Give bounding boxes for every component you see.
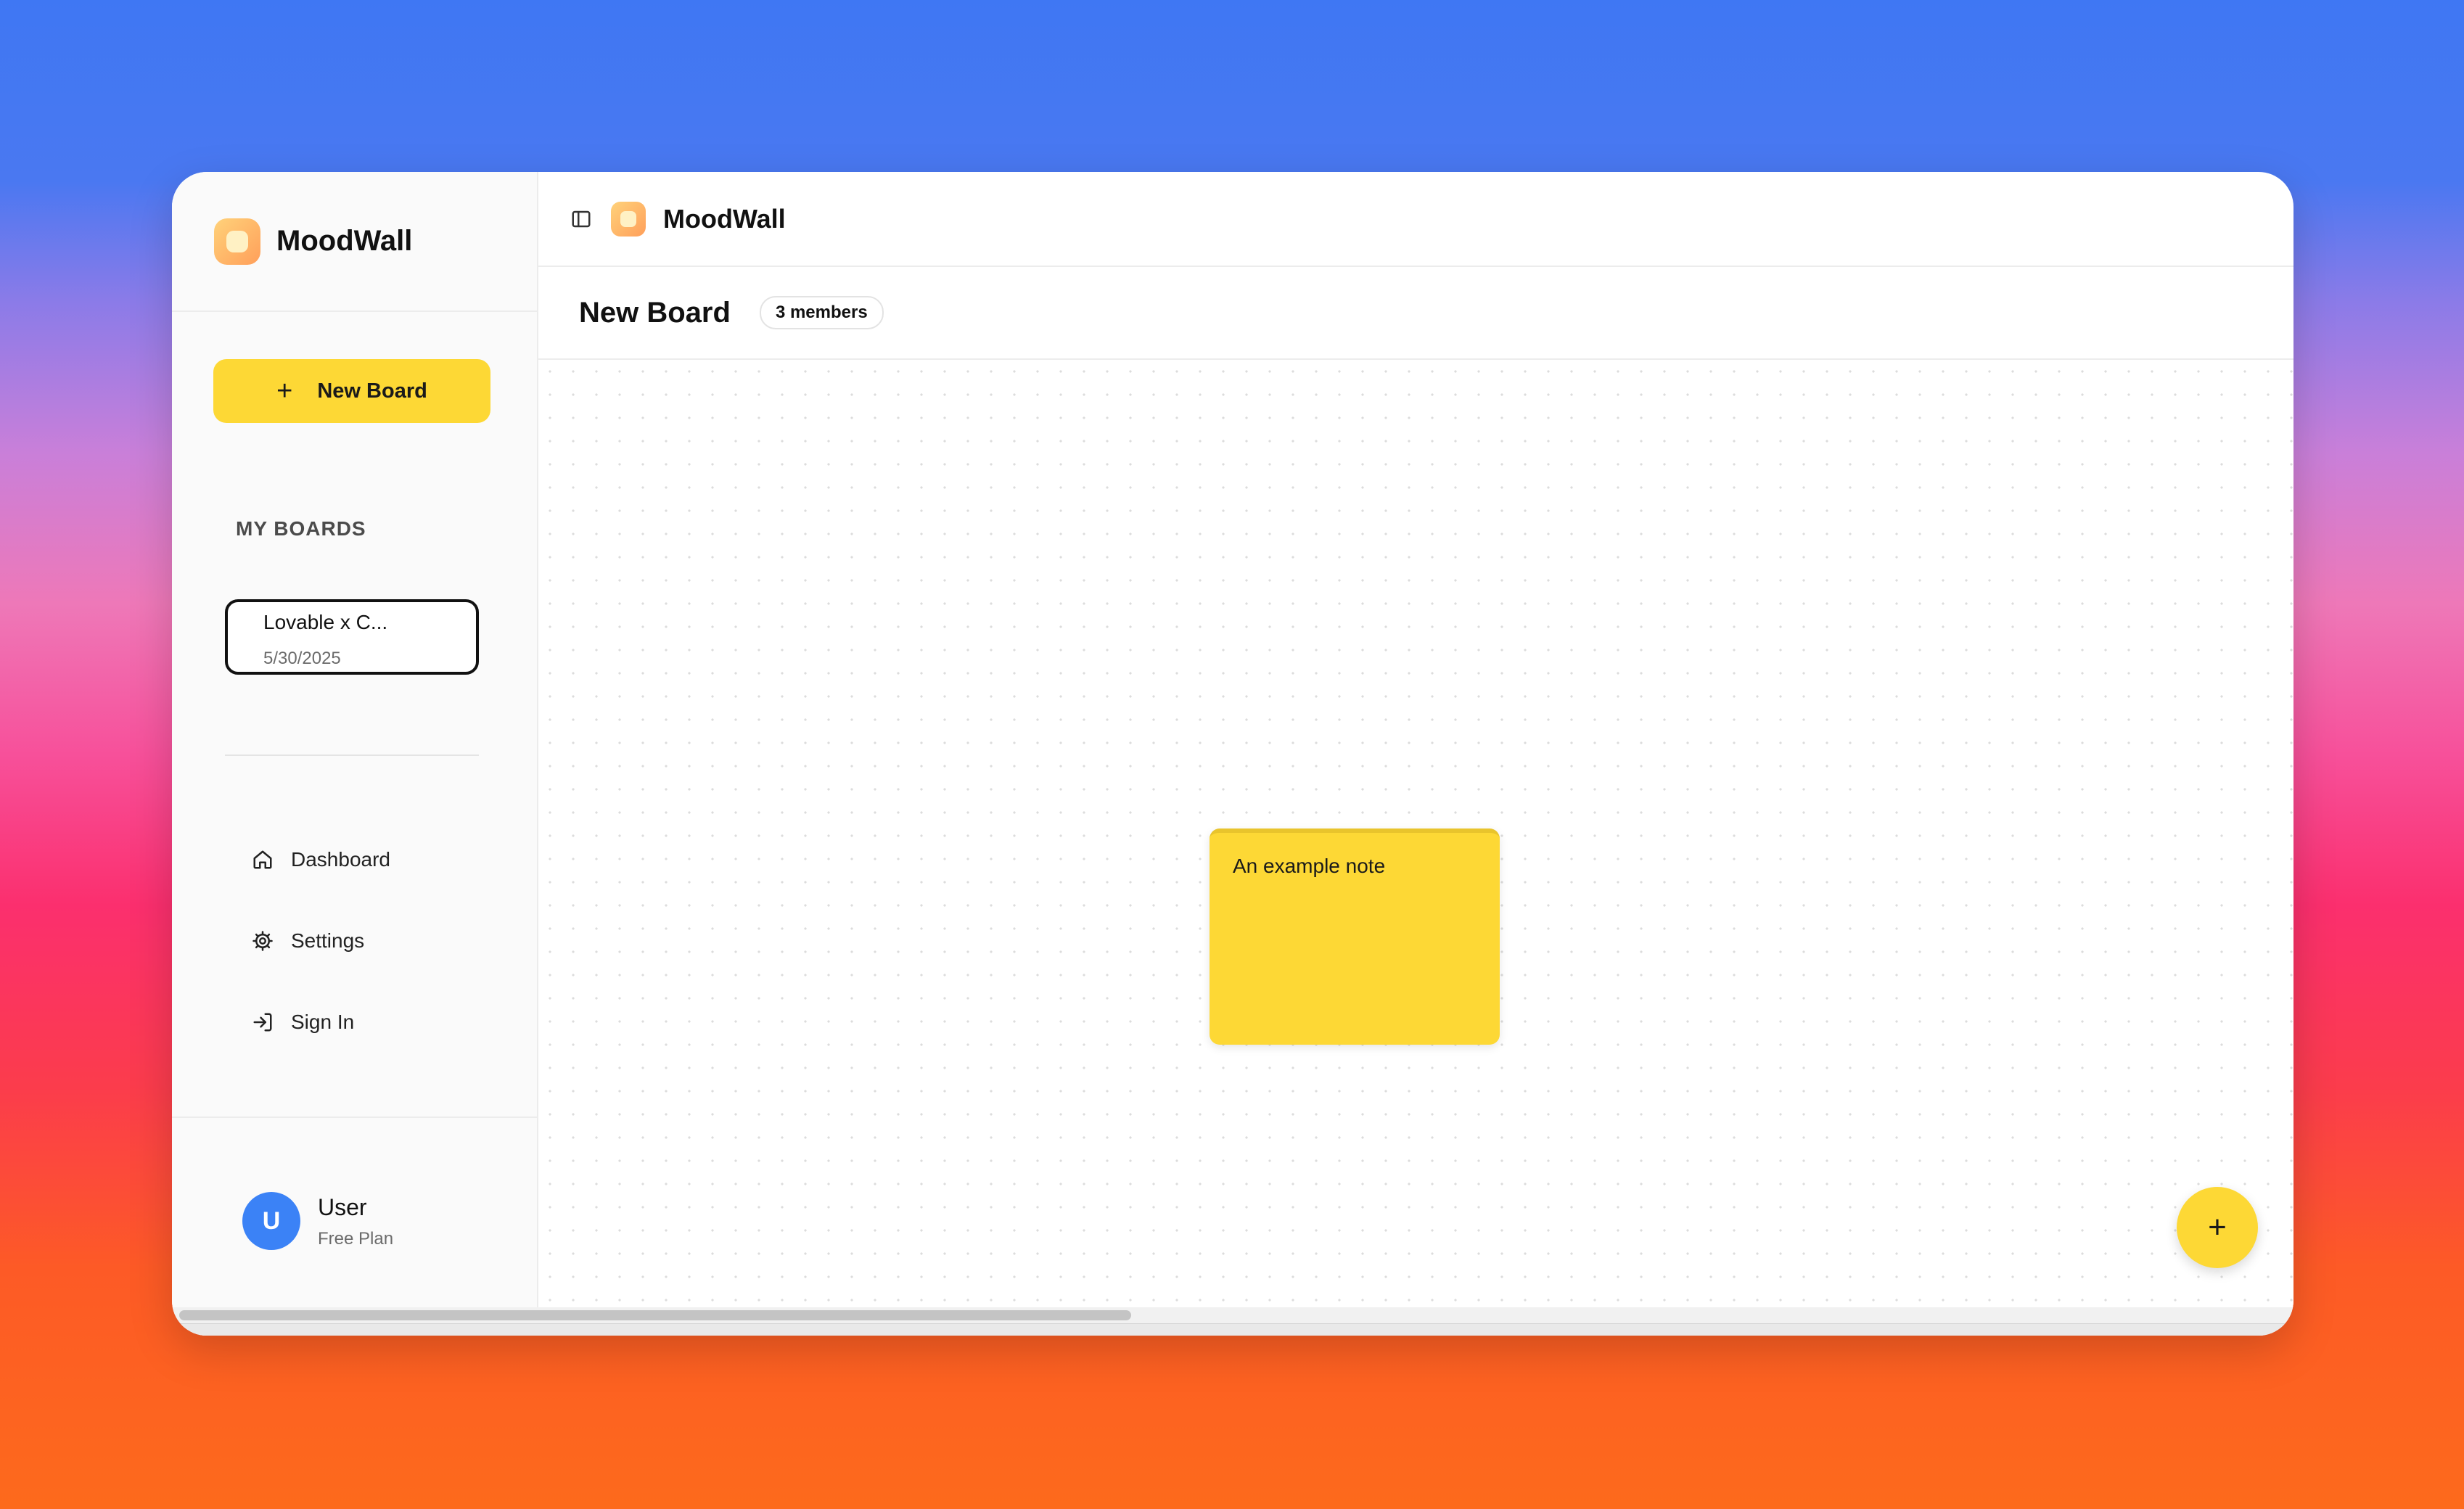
gear-icon xyxy=(252,931,273,951)
sticky-note[interactable]: An example note xyxy=(1210,828,1500,1045)
new-board-label: New Board xyxy=(317,379,427,403)
bottom-strip xyxy=(172,1323,2293,1336)
sidebar: MoodWall + New Board MY BOARDS Lovable x… xyxy=(172,172,538,1336)
avatar[interactable]: U xyxy=(242,1192,300,1250)
app-window: MoodWall + New Board MY BOARDS Lovable x… xyxy=(172,172,2293,1336)
board-name: Lovable x C... xyxy=(263,611,388,633)
top-bar: MoodWall xyxy=(538,172,2293,267)
new-board-button[interactable]: + New Board xyxy=(213,359,490,423)
app-title: MoodWall xyxy=(663,203,786,234)
note-text[interactable]: An example note xyxy=(1233,855,1385,878)
scrollbar-thumb[interactable] xyxy=(179,1310,1131,1320)
home-icon xyxy=(253,850,272,869)
sidebar-item-dashboard[interactable]: Dashboard xyxy=(252,838,390,881)
logo-icon xyxy=(214,218,260,265)
sidebar-item-label: Sign In xyxy=(291,1011,355,1033)
board-header: New Board 3 members xyxy=(538,267,2293,360)
sidebar-toggle-icon[interactable] xyxy=(570,208,592,230)
logo-icon xyxy=(611,201,646,237)
sidebar-item-settings[interactable]: Settings xyxy=(252,919,364,963)
user-plan: Free Plan xyxy=(318,1229,394,1249)
sign-in-icon xyxy=(253,1013,272,1032)
add-note-button[interactable]: + xyxy=(2177,1187,2258,1268)
plus-icon: + xyxy=(276,376,293,406)
sidebar-divider xyxy=(225,754,479,756)
user-name: User xyxy=(318,1194,367,1220)
horizontal-scrollbar[interactable] xyxy=(172,1307,2293,1323)
sidebar-item-sign-in[interactable]: Sign In xyxy=(252,1000,354,1044)
app-name: MoodWall xyxy=(276,225,413,257)
sidebar-item-label: Dashboard xyxy=(291,848,390,871)
sidebar-header: MoodWall xyxy=(172,172,537,312)
sidebar-footer xyxy=(172,1117,537,1336)
board-canvas[interactable]: An example note xyxy=(538,360,2293,1307)
board-list-item[interactable]: Lovable x C... 5/30/2025 xyxy=(225,599,479,675)
board-date: 5/30/2025 xyxy=(263,649,341,668)
my-boards-heading: MY BOARDS xyxy=(236,517,366,540)
page-title: New Board xyxy=(579,296,731,329)
members-badge[interactable]: 3 members xyxy=(759,296,884,329)
sidebar-item-label: Settings xyxy=(291,929,365,952)
